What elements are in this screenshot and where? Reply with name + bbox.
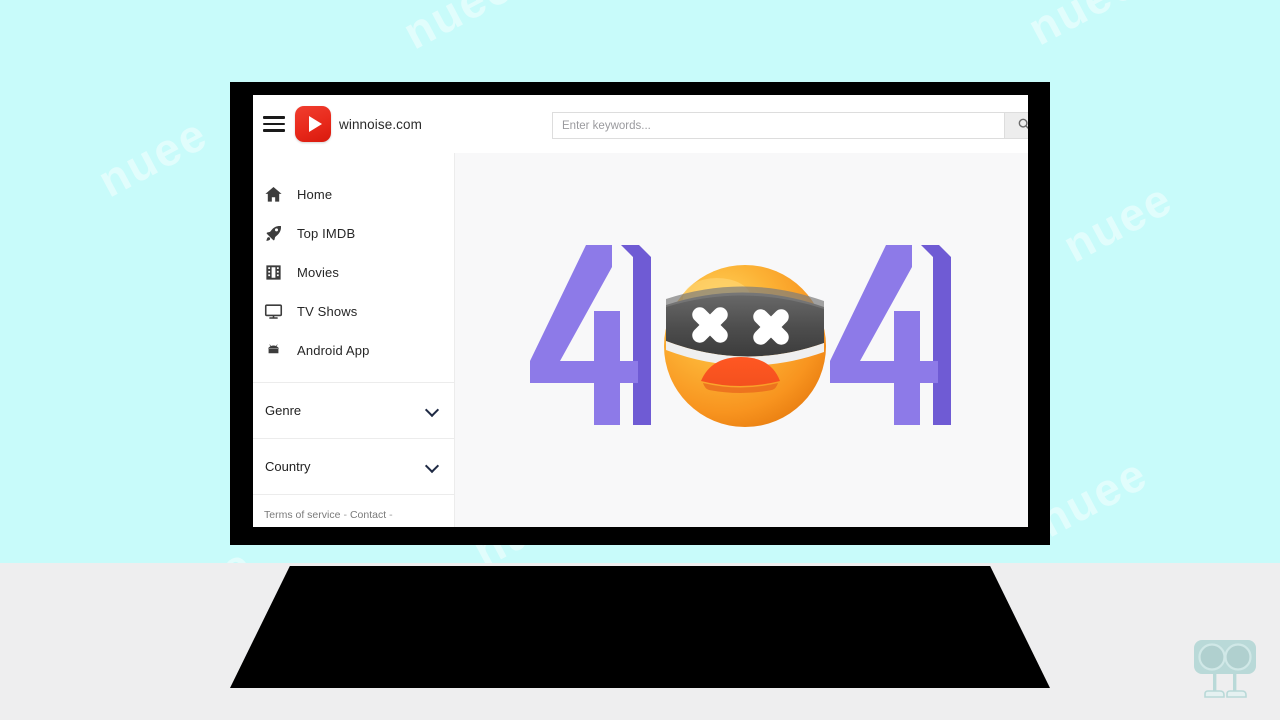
sidebar-accordion-genre[interactable]: Genre — [253, 383, 454, 439]
sidebar-item-tv-shows[interactable]: TV Shows — [253, 292, 454, 331]
accordion-label: Genre — [265, 403, 302, 418]
sidebar-item-home[interactable]: Home — [253, 175, 454, 214]
sidebar-accordion-country[interactable]: Country — [253, 439, 454, 495]
chevron-down-icon — [426, 461, 438, 473]
hamburger-icon[interactable] — [263, 116, 285, 132]
brand-name: winnoise.com — [339, 116, 422, 132]
digit-four-left — [526, 245, 656, 425]
hamburger-bar — [263, 122, 285, 126]
sidebar-item-label: TV Shows — [297, 304, 358, 319]
laptop-screen: winnoise.com Enter keywords... Home Top … — [253, 95, 1028, 527]
site-header: winnoise.com — [253, 95, 1028, 153]
dizzy-face-with-blindfold-icon — [654, 253, 836, 435]
brand-link[interactable]: winnoise.com — [295, 106, 422, 142]
background-watermark: nuee — [1054, 171, 1181, 273]
sidebar-item-label: Movies — [297, 265, 340, 280]
sidebar-item-label: Top IMDB — [297, 226, 356, 241]
sidebar-item-label: Android App — [297, 343, 370, 358]
terms-of-service-link[interactable]: Terms of service — [264, 509, 340, 521]
stock-photo-watermark-icon — [1188, 638, 1262, 702]
hamburger-bar — [263, 129, 285, 132]
background-watermark: nuee — [394, 0, 521, 60]
sidebar-item-android-app[interactable]: Android App — [253, 331, 454, 370]
film-icon — [264, 263, 283, 282]
error-404-illustration — [526, 245, 958, 435]
rocket-icon — [264, 224, 283, 243]
play-logo-icon — [295, 106, 331, 142]
sidebar-nav-list: Home Top IMDB Movies TV Shows Android Ap… — [253, 153, 454, 370]
footer-separator: - — [343, 509, 347, 521]
play-triangle — [308, 116, 322, 132]
sidebar-item-label: Home — [297, 187, 333, 202]
background-watermark: nuee — [89, 106, 216, 208]
sidebar-item-top-imdb[interactable]: Top IMDB — [253, 214, 454, 253]
sidebar-footer-links: Terms of service - Contact - — [264, 509, 396, 521]
home-icon — [264, 185, 283, 204]
tv-icon — [264, 302, 283, 321]
main-content — [455, 153, 1028, 527]
search-icon — [1018, 118, 1028, 130]
chevron-down-icon — [426, 405, 438, 417]
background-watermark: nuee — [1019, 0, 1146, 56]
digit-four-right — [826, 245, 956, 425]
hamburger-bar — [263, 116, 285, 119]
search-bar — [552, 112, 1028, 139]
search-button[interactable] — [1005, 112, 1028, 139]
sidebar: Home Top IMDB Movies TV Shows Android Ap… — [253, 153, 455, 527]
laptop-screen-bezel: winnoise.com Enter keywords... Home Top … — [230, 82, 1050, 545]
laptop-base — [230, 566, 1050, 688]
sidebar-item-movies[interactable]: Movies — [253, 253, 454, 292]
contact-link[interactable]: Contact — [350, 509, 386, 521]
android-icon — [264, 341, 283, 360]
search-input[interactable] — [552, 112, 1005, 139]
footer-separator: - — [389, 509, 393, 521]
accordion-label: Country — [265, 459, 311, 474]
